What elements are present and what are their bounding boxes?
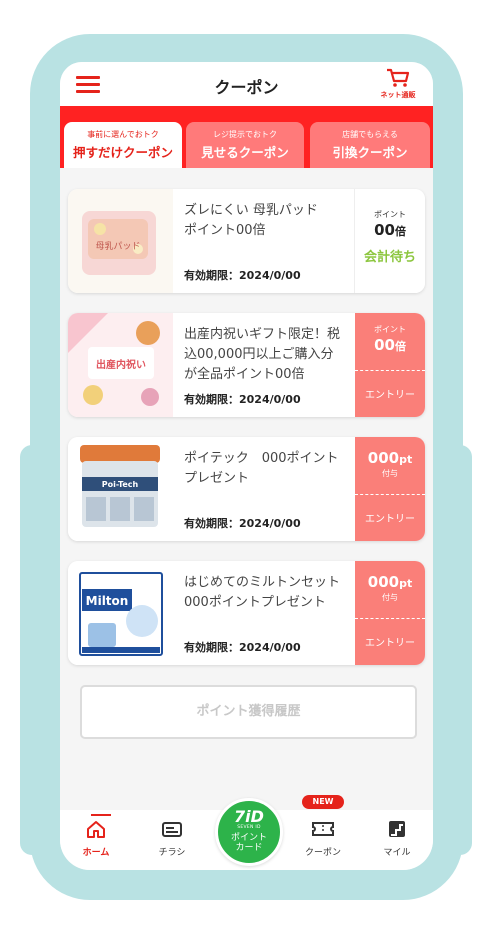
nav-mile[interactable]: マイル — [367, 820, 427, 858]
points-label: ポイント — [374, 210, 406, 219]
cart-icon — [387, 68, 410, 87]
product-image: Poi-Tech — [68, 437, 173, 541]
points-value: 00倍 — [374, 221, 406, 239]
points-label: ポイント — [374, 325, 406, 334]
entry-button[interactable]: エントリー — [355, 371, 425, 401]
nav-label: チラシ — [158, 848, 186, 858]
points-value: 000pt — [367, 449, 413, 467]
product-image: 母乳パッド — [68, 189, 173, 293]
coupon-card[interactable]: Milton はじめてのミルトンセット 000ポイントプレゼント 有効期限：20… — [68, 561, 425, 665]
point-history-button[interactable]: ポイント獲得履歴 — [80, 685, 417, 739]
nav-label: ホーム — [82, 848, 110, 858]
active-indicator — [91, 814, 111, 816]
coupon-expiry: 有効期限：2024/0/00 — [184, 269, 301, 282]
tab-exchange-coupon[interactable]: 店舗でもらえる 引換クーポン — [310, 122, 430, 168]
product-image: Milton — [68, 561, 173, 665]
tab-label: 押すだけクーポン — [72, 145, 173, 160]
tab-subtitle: 店舗でもらえる — [342, 130, 398, 139]
mile-icon — [389, 821, 405, 837]
entry-button[interactable]: エントリー — [355, 619, 425, 649]
coupon-card[interactable]: Poi-Tech ポイテック 000ポイントプレゼント 有効期限：2024/0/… — [68, 437, 425, 541]
product-image-text: 出産内祝い — [96, 358, 146, 371]
nav-coupon[interactable]: クーポン — [293, 820, 353, 858]
tab-push-coupon[interactable]: 事前に選んでおトク 押すだけクーポン — [64, 122, 182, 168]
points-sub-label: 付与 — [382, 469, 398, 478]
coupon-title: ズレにくい 母乳パッド ポイント00倍 — [184, 203, 318, 238]
bottom-nav: ホーム チラシ 7iD SEVEN ID ポイント カード NEW クーポン マ… — [60, 795, 433, 870]
coupon-action-panel: 000pt 付与 エントリー — [355, 437, 425, 541]
nav-home[interactable]: ホーム — [66, 814, 126, 858]
coupon-title: ポイテック 000ポイントプレゼント — [184, 451, 339, 486]
points-value: 00倍 — [374, 336, 406, 354]
ticket-icon — [312, 822, 334, 836]
flyer-icon — [162, 822, 182, 837]
point-card-label-1: ポイント — [230, 833, 267, 843]
point-card-button[interactable]: 7iD SEVEN ID ポイント カード — [215, 798, 283, 866]
point-card-label-2: カード — [235, 843, 263, 853]
tab-subtitle: レジ提示でおトク — [213, 130, 277, 139]
coupon-card[interactable]: 母乳パッド ズレにくい 母乳パッド ポイント00倍 有効期限：2024/0/00… — [68, 189, 425, 293]
tab-subtitle: 事前に選んでおトク — [87, 130, 159, 139]
frame-edge-left — [20, 445, 32, 855]
product-image-text: Milton — [86, 594, 129, 608]
nav-label: マイル — [383, 848, 411, 858]
product-image-text: 母乳パッド — [95, 240, 140, 252]
coupon-action-panel: ポイント 00倍 エントリー — [355, 313, 425, 417]
home-icon — [87, 821, 105, 838]
tab-label: 引換クーポン — [332, 145, 408, 160]
coupon-status-panel: ポイント 00倍 会計待ち — [354, 189, 425, 293]
product-image-text: Poi-Tech — [102, 480, 139, 489]
nav-label: クーポン — [304, 848, 341, 858]
app-header: クーポン ネット通販 — [60, 62, 433, 106]
points-sub-label: 付与 — [382, 593, 398, 602]
frame-edge-right — [460, 445, 472, 855]
coupon-card[interactable]: 出産内祝い 出産内祝いギフト限定！税込00,000円以上ご購入分が全品ポイント0… — [68, 313, 425, 417]
coupon-title: はじめてのミルトンセット 000ポイントプレゼント — [184, 575, 341, 610]
seven-id-logo: 7iD — [234, 807, 264, 826]
cart-label: ネット通販 — [380, 91, 416, 99]
status-badge: 会計待ち — [363, 250, 416, 265]
tab-show-coupon[interactable]: レジ提示でおトク 見せるクーポン — [186, 122, 304, 168]
entry-button[interactable]: エントリー — [355, 495, 425, 525]
seven-id-sublabel: SEVEN ID — [237, 825, 261, 830]
points-value: 000pt — [367, 573, 413, 591]
coupon-tabs: 事前に選んでおトク 押すだけクーポン レジ提示でおトク 見せるクーポン 店舗でも… — [60, 106, 433, 168]
product-image: 出産内祝い — [68, 313, 173, 417]
new-badge: NEW — [302, 795, 344, 809]
tab-label: 見せるクーポン — [201, 145, 289, 160]
coupon-action-panel: 000pt 付与 エントリー — [355, 561, 425, 665]
coupon-expiry: 有効期限：2024/0/00 — [184, 517, 301, 530]
coupon-expiry: 有効期限：2024/0/00 — [184, 393, 301, 406]
app-screen: クーポン ネット通販 事前に選んでおトク 押すだけクーポン レジ提示でおトク 見… — [60, 62, 433, 870]
coupon-title: 出産内祝いギフト限定！税込00,000円以上ご購入分が全品ポイント00倍 — [184, 327, 341, 382]
cart-button[interactable]: ネット通販 — [375, 68, 421, 100]
coupon-expiry: 有効期限：2024/0/00 — [184, 641, 301, 654]
nav-flyer[interactable]: チラシ — [142, 820, 202, 858]
